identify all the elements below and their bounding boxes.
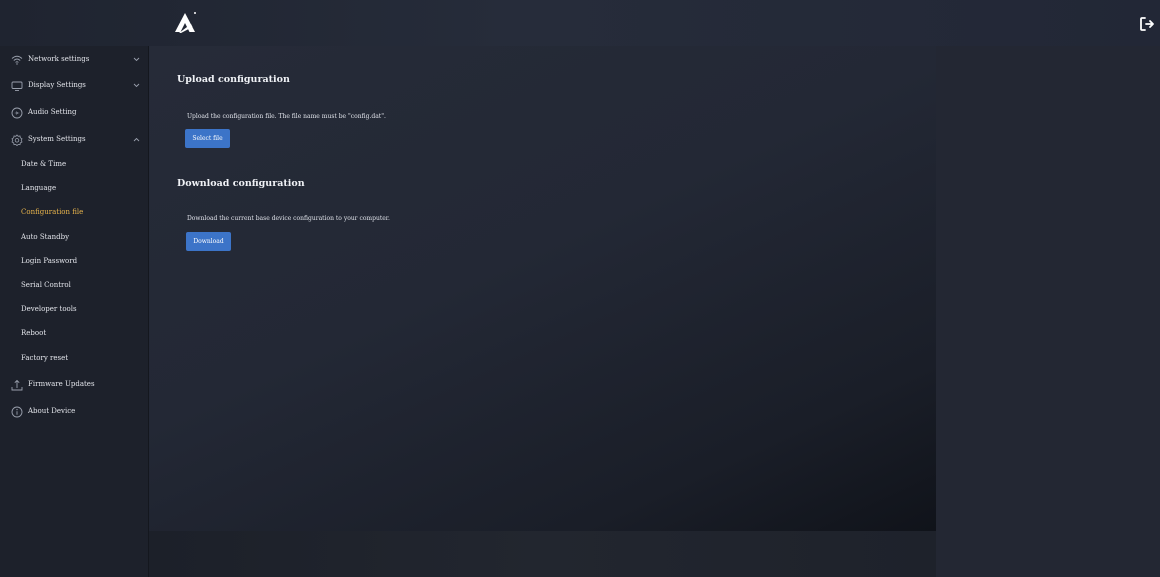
sidebar-item-about-device[interactable]: About Device bbox=[0, 400, 148, 424]
download-button[interactable]: Download bbox=[186, 232, 231, 251]
sidebar-subitem-label: Reboot bbox=[21, 329, 47, 337]
sidebar-subitem-label: Serial Control bbox=[21, 281, 71, 289]
info-icon bbox=[11, 406, 23, 418]
upload-description: Upload the configuration file. The file … bbox=[187, 113, 386, 120]
sidebar-item-firmware-updates[interactable]: Firmware Updates bbox=[0, 373, 148, 397]
right-panel bbox=[936, 46, 1160, 577]
download-description: Download the current base device configu… bbox=[187, 215, 390, 222]
sidebar-item-label: Network settings bbox=[28, 55, 90, 63]
sidebar-item-label: About Device bbox=[28, 407, 76, 415]
sidebar-item-display-settings[interactable]: Display Settings bbox=[0, 74, 148, 98]
sidebar-subitem-login-password[interactable]: Login Password bbox=[0, 251, 148, 273]
sidebar-subitem-date-time[interactable]: Date & Time bbox=[0, 154, 148, 176]
sidebar-item-network-settings[interactable]: Network settings bbox=[0, 48, 148, 72]
chevron-down-icon bbox=[133, 57, 140, 62]
wifi-icon bbox=[11, 55, 23, 65]
sidebar-subitem-configuration-file[interactable]: Configuration file bbox=[0, 202, 148, 224]
sidebar-subitem-label: Auto Standby bbox=[21, 233, 70, 241]
sidebar-subitem-factory-reset[interactable]: Factory reset bbox=[0, 348, 148, 370]
main-content: Upload configuration Upload the configur… bbox=[149, 46, 936, 531]
sidebar-item-label: Firmware Updates bbox=[28, 380, 95, 388]
download-section-title: Download configuration bbox=[177, 178, 305, 189]
sidebar-subitem-label: Factory reset bbox=[21, 354, 69, 362]
gear-icon bbox=[11, 134, 23, 146]
top-bar bbox=[0, 0, 1160, 46]
sidebar: Network settings Display Settings Audio … bbox=[0, 46, 149, 577]
upload-icon bbox=[11, 379, 23, 391]
sidebar-subitem-auto-standby[interactable]: Auto Standby bbox=[0, 227, 148, 249]
sidebar-subitem-developer-tools[interactable]: Developer tools bbox=[0, 299, 148, 321]
sidebar-item-system-settings[interactable]: System Settings bbox=[0, 128, 148, 152]
sidebar-subitem-label: Login Password bbox=[21, 257, 78, 265]
sidebar-item-label: Audio Setting bbox=[28, 108, 77, 116]
select-file-button[interactable]: Select file bbox=[185, 129, 230, 148]
sidebar-item-audio-setting[interactable]: Audio Setting bbox=[0, 101, 148, 125]
brand-logo-icon bbox=[175, 12, 196, 33]
sidebar-subitem-label: Language bbox=[21, 184, 57, 192]
sidebar-subitem-language[interactable]: Language bbox=[0, 178, 148, 200]
sidebar-item-label: System Settings bbox=[28, 135, 86, 143]
upload-section-title: Upload configuration bbox=[177, 74, 290, 85]
chevron-down-icon bbox=[133, 83, 140, 88]
sidebar-subitem-label: Date & Time bbox=[21, 160, 67, 168]
sidebar-item-label: Display Settings bbox=[28, 81, 86, 89]
sidebar-subitem-label: Developer tools bbox=[21, 305, 77, 313]
audio-icon bbox=[11, 107, 23, 119]
logout-icon[interactable] bbox=[1138, 15, 1156, 33]
sidebar-subitem-serial-control[interactable]: Serial Control bbox=[0, 275, 148, 297]
monitor-icon bbox=[11, 81, 23, 91]
bottom-strip bbox=[149, 531, 936, 577]
sidebar-subitem-reboot[interactable]: Reboot bbox=[0, 323, 148, 345]
sidebar-subitem-label: Configuration file bbox=[21, 208, 84, 216]
chevron-up-icon bbox=[133, 137, 140, 142]
